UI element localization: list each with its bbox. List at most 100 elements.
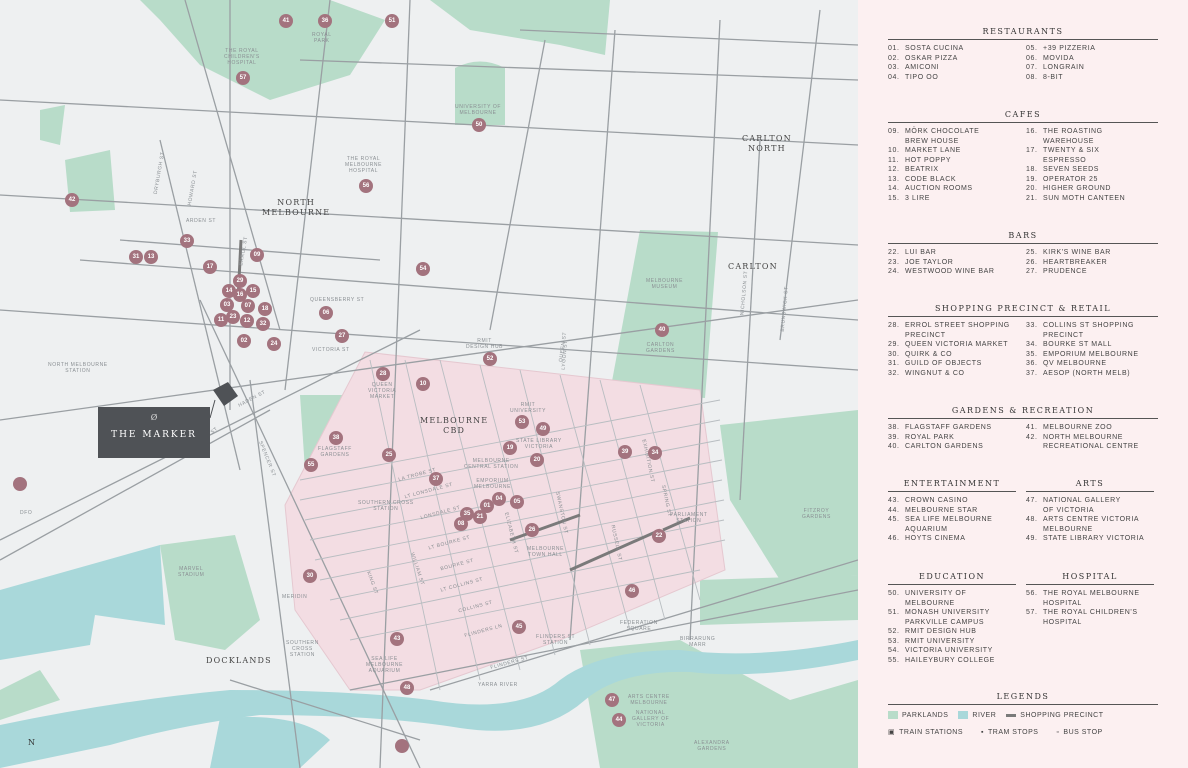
map-marker[interactable]: 45 bbox=[512, 620, 526, 634]
map-marker[interactable]: 37 bbox=[429, 472, 443, 486]
map-marker[interactable]: 01 bbox=[480, 499, 494, 513]
section-gardens: GARDENS & RECREATION 38. FLAGSTAFF GARDEN… bbox=[888, 406, 1158, 452]
map-marker[interactable]: 42 bbox=[65, 193, 79, 207]
list-item: 21. SUN MOTH CANTEEN bbox=[1026, 194, 1158, 204]
arts-list: 47. NATIONAL GALLERY OF VICTORIA 48. ARTS C… bbox=[1026, 496, 1154, 544]
map-marker[interactable]: 19 bbox=[503, 441, 517, 455]
item-number: 29. bbox=[888, 341, 900, 348]
map-marker[interactable]: 13 bbox=[144, 250, 158, 264]
item-label: QV MELBOURNE bbox=[1043, 360, 1107, 367]
list-item: 41. MELBOURNE ZOO bbox=[1026, 423, 1158, 433]
map-marker[interactable]: 48 bbox=[400, 681, 414, 695]
section-title: GARDENS & RECREATION bbox=[888, 406, 1158, 419]
item-label: RMIT UNIVERSITY bbox=[905, 637, 975, 645]
list-item: 53. RMIT UNIVERSITY bbox=[888, 637, 1016, 647]
list-item: 49. STATE LIBRARY VICTORIA bbox=[1026, 534, 1154, 544]
place-label: QUEEN VICTORIA MARKET bbox=[368, 382, 397, 400]
list-item: 06. MOVIDA bbox=[1026, 54, 1158, 64]
map-marker[interactable]: 54 bbox=[416, 262, 430, 276]
the-marker-callout[interactable]: Ø THE MARKER bbox=[98, 407, 210, 458]
map-marker[interactable]: 43 bbox=[390, 632, 404, 646]
item-label: ROYAL PARK bbox=[905, 433, 955, 441]
place-label: FITZROY GARDENS bbox=[802, 508, 831, 520]
list-item: 18. SEVEN SEEDS bbox=[1026, 165, 1158, 175]
place-label: NATIONAL GALLERY OF VICTORIA bbox=[632, 710, 670, 728]
map-marker[interactable]: 53 bbox=[515, 415, 529, 429]
map-marker[interactable]: 57 bbox=[236, 71, 250, 85]
map-marker[interactable]: 08 bbox=[454, 517, 468, 531]
map-marker[interactable]: 41 bbox=[279, 14, 293, 28]
map-marker[interactable]: 06 bbox=[319, 306, 333, 320]
map-marker[interactable]: 18 bbox=[258, 302, 272, 316]
item-label: STATE LIBRARY VICTORIA bbox=[1043, 535, 1145, 542]
item-label: MÖRK CHOCOLATE BREW HOUSE bbox=[905, 128, 980, 145]
map-marker[interactable]: 05 bbox=[510, 495, 524, 509]
map-marker[interactable]: 02 bbox=[237, 334, 251, 348]
map-marker[interactable]: 23 bbox=[226, 310, 240, 324]
map-marker[interactable]: 56 bbox=[359, 179, 373, 193]
map-marker[interactable]: 51 bbox=[385, 14, 399, 28]
map-marker[interactable]: 49 bbox=[536, 422, 550, 436]
item-number: 33. bbox=[1026, 322, 1038, 329]
place-label: MELBOURNE MUSEUM bbox=[646, 278, 684, 290]
map-marker[interactable]: 40 bbox=[655, 323, 669, 337]
section-shopping: SHOPPING PRECINCT & RETAIL 28. ERROL STRE… bbox=[888, 304, 1158, 378]
item-number: 42. bbox=[1026, 433, 1038, 441]
list-item: 20. HIGHER GROUND bbox=[1026, 184, 1158, 194]
map-marker[interactable]: 04 bbox=[492, 492, 506, 506]
item-number: 41. bbox=[1026, 424, 1038, 431]
map-marker[interactable]: 31 bbox=[129, 250, 143, 264]
map-marker[interactable]: 15 bbox=[246, 284, 260, 298]
item-number: 10. bbox=[888, 147, 900, 154]
list-item: 55. HAILEYBURY COLLEGE bbox=[888, 656, 1016, 666]
map-marker[interactable]: 50 bbox=[472, 118, 486, 132]
item-number: 19. bbox=[1026, 175, 1038, 183]
map-marker[interactable]: 36 bbox=[318, 14, 332, 28]
map-marker[interactable]: 26 bbox=[525, 523, 539, 537]
map-marker[interactable]: 29 bbox=[233, 274, 247, 288]
item-number: 47. bbox=[1026, 497, 1038, 504]
map-marker[interactable]: 47 bbox=[605, 693, 619, 707]
map-marker[interactable]: 09 bbox=[250, 248, 264, 262]
map-marker[interactable]: 22 bbox=[652, 529, 666, 543]
item-label: MARKET LANE bbox=[905, 147, 961, 154]
place-label: PARLIAMENT STATION bbox=[670, 512, 708, 524]
map-marker[interactable]: 24 bbox=[267, 337, 281, 351]
map-marker[interactable]: 12 bbox=[240, 314, 254, 328]
legend-label: BUS STOP bbox=[1063, 728, 1103, 736]
map-marker[interactable]: 30 bbox=[303, 569, 317, 583]
item-number: 36. bbox=[1026, 360, 1038, 367]
map-marker[interactable]: 46 bbox=[625, 584, 639, 598]
item-label: THE ROASTING WAREHOUSE bbox=[1043, 128, 1103, 145]
map-marker[interactable]: 10 bbox=[416, 377, 430, 391]
map-marker[interactable]: 33 bbox=[180, 234, 194, 248]
section-title: HOSPITAL bbox=[1026, 572, 1154, 585]
item-number: 20. bbox=[1026, 185, 1038, 192]
map-marker[interactable]: 39 bbox=[618, 445, 632, 459]
item-number: 52. bbox=[888, 628, 900, 635]
map-marker[interactable] bbox=[395, 739, 409, 753]
list-item: 24. WESTWOOD WINE BAR bbox=[888, 267, 1020, 277]
map-area[interactable]: NORTH MELBOURNE MELBOURNE CBD CARLTON CA… bbox=[0, 0, 858, 768]
item-label: HEARTBREAKER bbox=[1043, 258, 1108, 266]
item-number: 05. bbox=[1026, 45, 1038, 52]
legend-train: ▣ TRAIN STATIONS bbox=[888, 728, 963, 737]
map-marker[interactable]: 17 bbox=[203, 260, 217, 274]
list-item: 40. CARLTON GARDENS bbox=[888, 442, 1020, 452]
map-marker[interactable]: 27 bbox=[335, 329, 349, 343]
item-label: MONASH UNIVERSITY PARKVILLE CAMPUS bbox=[905, 609, 990, 626]
map-marker[interactable]: 55 bbox=[304, 458, 318, 472]
map-marker[interactable] bbox=[13, 477, 27, 491]
map-marker[interactable]: 34 bbox=[648, 446, 662, 460]
map-marker[interactable]: 28 bbox=[376, 367, 390, 381]
map-marker[interactable]: 44 bbox=[612, 713, 626, 727]
map-marker[interactable]: 25 bbox=[382, 448, 396, 462]
map-marker[interactable]: 07 bbox=[241, 299, 255, 313]
map-marker[interactable]: 52 bbox=[483, 352, 497, 366]
map-marker[interactable]: 38 bbox=[329, 431, 343, 445]
map-marker[interactable]: 20 bbox=[530, 453, 544, 467]
list-item: 56. THE ROYAL MELBOURNE HOSPITAL bbox=[1026, 589, 1154, 608]
item-label: VICTORIA UNIVERSITY bbox=[905, 647, 993, 654]
section-title: BARS bbox=[888, 231, 1158, 244]
map-marker[interactable]: 32 bbox=[256, 317, 270, 331]
